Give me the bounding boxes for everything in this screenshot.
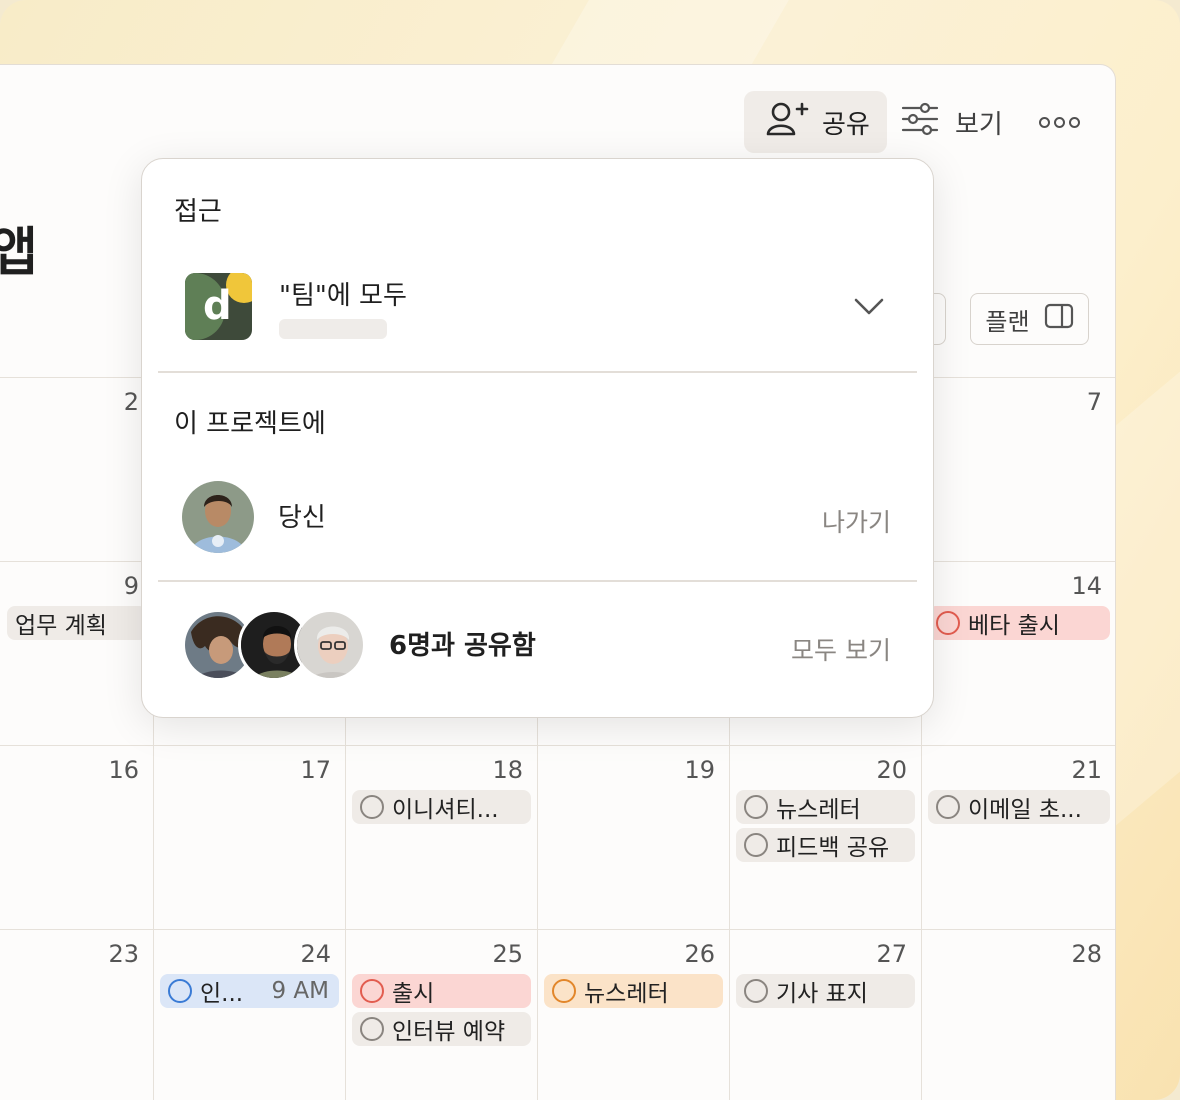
- day-number: 21: [1071, 756, 1102, 784]
- event-label: 업무 계획: [15, 613, 107, 639]
- day-number: 2: [123, 388, 139, 416]
- calendar-event[interactable]: 이메일 초...: [928, 790, 1110, 824]
- calendar-day-cell[interactable]: 19: [537, 746, 729, 930]
- event-label: 베타 출시: [968, 613, 1060, 639]
- access-heading: 접근: [174, 197, 222, 227]
- share-button[interactable]: 공유: [744, 91, 887, 153]
- toolbar: 공유 보기: [744, 91, 1080, 153]
- divider: [158, 580, 917, 582]
- calendar-day-cell[interactable]: 2: [0, 378, 153, 562]
- day-number: 20: [876, 756, 907, 784]
- calendar-day-cell[interactable]: 24 인... 9 AM: [153, 930, 345, 1100]
- you-label: 당신: [278, 503, 326, 533]
- calendar-event[interactable]: 출시: [352, 974, 531, 1008]
- view-label: 보기: [955, 109, 1003, 140]
- leave-button[interactable]: 나가기: [822, 503, 891, 539]
- day-number: 16: [108, 756, 139, 784]
- team-logo: d: [185, 273, 252, 340]
- day-number: 25: [492, 940, 523, 968]
- page-title: 앱: [0, 210, 38, 285]
- day-number: 26: [684, 940, 715, 968]
- day-number: 9: [123, 572, 139, 600]
- event-label: 기사 표지: [776, 981, 868, 1007]
- calendar-event[interactable]: 뉴스레터: [544, 974, 723, 1008]
- calendar-day-cell[interactable]: 9 업무 계획: [0, 562, 153, 746]
- event-label: 뉴스레터: [776, 797, 861, 823]
- event-label: 피드백 공유: [776, 835, 890, 861]
- task-circle-icon[interactable]: [744, 833, 768, 857]
- view-button[interactable]: 보기: [901, 102, 1003, 143]
- sidebar-panel-icon: [1044, 303, 1074, 335]
- plan-toggle-button[interactable]: 플랜: [970, 293, 1089, 345]
- day-number: 24: [300, 940, 331, 968]
- calendar-day-cell[interactable]: 18 이니셔티...: [345, 746, 537, 930]
- more-options-button[interactable]: [1038, 116, 1080, 128]
- task-circle-icon[interactable]: [360, 795, 384, 819]
- day-number: 28: [1071, 940, 1102, 968]
- day-number: 14: [1071, 572, 1102, 600]
- view-all-button[interactable]: 모두 보기: [791, 631, 891, 667]
- avatar-member-3: [294, 609, 366, 681]
- event-label: 출시: [392, 981, 435, 1007]
- task-circle-icon[interactable]: [360, 1017, 384, 1041]
- calendar-day-cell[interactable]: 28: [921, 930, 1115, 1100]
- event-label: 이니셔티...: [392, 797, 499, 823]
- calendar-day-cell[interactable]: 14 베타 출시: [921, 562, 1115, 746]
- event-label: 인터뷰 예약: [392, 1019, 506, 1045]
- task-circle-icon[interactable]: [168, 979, 192, 1003]
- day-number: 23: [108, 940, 139, 968]
- day-number: 18: [492, 756, 523, 784]
- chevron-down-icon[interactable]: [853, 297, 885, 321]
- calendar-event[interactable]: 인터뷰 예약: [352, 1012, 531, 1046]
- calendar-day-cell[interactable]: 17: [153, 746, 345, 930]
- calendar-week-row: 16 17 18 이니셔티... 19 20 뉴스레터피드백 공유 21 이메일 초...: [0, 745, 1115, 930]
- calendar-event[interactable]: 베타 출시: [928, 606, 1110, 640]
- calendar-event[interactable]: 업무 계획: [7, 606, 147, 640]
- day-number: 17: [300, 756, 331, 784]
- share-popover: 접근 d "팀"에 모두 이 프로젝트에 당신 나가기 6명과 공유함 모두 보…: [141, 158, 934, 718]
- more-dots-icon: [1038, 116, 1050, 128]
- calendar-day-cell[interactable]: 23: [0, 930, 153, 1100]
- calendar-day-cell[interactable]: 7: [921, 378, 1115, 562]
- share-label: 공유: [822, 109, 870, 140]
- task-circle-icon[interactable]: [936, 795, 960, 819]
- day-number: 19: [684, 756, 715, 784]
- calendar-event[interactable]: 이니셔티...: [352, 790, 531, 824]
- task-circle-icon[interactable]: [744, 795, 768, 819]
- divider: [158, 371, 917, 373]
- calendar-event[interactable]: 뉴스레터: [736, 790, 915, 824]
- task-circle-icon[interactable]: [744, 979, 768, 1003]
- placeholder-bar: [279, 319, 387, 339]
- avatar-you: [182, 481, 254, 553]
- calendar-day-cell[interactable]: 26 뉴스레터: [537, 930, 729, 1100]
- shared-count-label: 6명과 공유함: [389, 631, 536, 661]
- task-circle-icon[interactable]: [936, 611, 960, 635]
- add-person-icon: [766, 101, 810, 144]
- project-heading: 이 프로젝트에: [174, 409, 326, 439]
- calendar-day-cell[interactable]: 16: [0, 746, 153, 930]
- event-label: 뉴스레터: [584, 981, 669, 1007]
- day-number: 27: [876, 940, 907, 968]
- event-time: 9 AM: [271, 978, 329, 1004]
- team-access-label: "팀"에 모두: [279, 281, 407, 311]
- calendar-event[interactable]: 피드백 공유: [736, 828, 915, 862]
- calendar-day-cell[interactable]: 20 뉴스레터피드백 공유: [729, 746, 921, 930]
- event-label: 이메일 초...: [968, 797, 1082, 823]
- calendar-day-cell[interactable]: 21 이메일 초...: [921, 746, 1115, 930]
- task-circle-icon[interactable]: [360, 979, 384, 1003]
- calendar-event[interactable]: 기사 표지: [736, 974, 915, 1008]
- calendar-event[interactable]: 인... 9 AM: [160, 974, 339, 1008]
- day-number: 7: [1086, 388, 1102, 416]
- calendar-day-cell[interactable]: 27 기사 표지: [729, 930, 921, 1100]
- calendar-week-row: 23 24 인... 9 AM 25 출시인터뷰 예약 26 뉴스레터 27 기사 표지 28: [0, 929, 1115, 1100]
- calendar-day-cell[interactable]: 25 출시인터뷰 예약: [345, 930, 537, 1100]
- plan-label: 플랜: [985, 307, 1030, 336]
- task-circle-icon[interactable]: [552, 979, 576, 1003]
- event-label: 인...: [200, 981, 244, 1007]
- sliders-icon: [901, 102, 939, 143]
